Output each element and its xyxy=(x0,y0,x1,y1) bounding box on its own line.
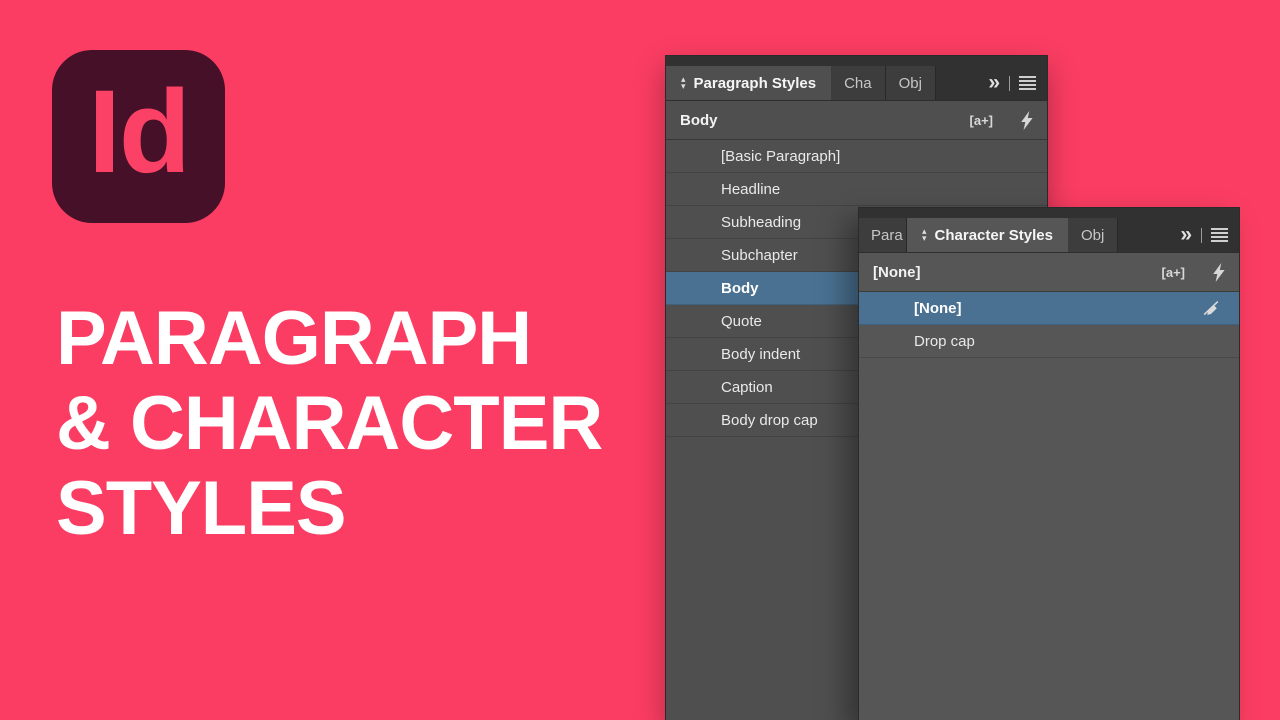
style-row-label: [None] xyxy=(914,299,962,317)
tab-character-styles-label: Character Styles xyxy=(934,226,1053,244)
collapse-down-arrow: ▾ xyxy=(681,81,686,91)
indesign-logo: Id xyxy=(52,50,225,223)
quick-apply-lightning-icon[interactable] xyxy=(1212,262,1225,282)
character-style-row-selected[interactable]: [None] xyxy=(859,292,1239,325)
tab-paragraph-styles[interactable]: ▴ ▾ Paragraph Styles xyxy=(666,66,832,100)
thumbnail-canvas: Id PARAGRAPH & CHARACTER STYLES ▴ ▾ Para… xyxy=(0,0,1280,720)
style-row-label: Subheading xyxy=(721,213,802,231)
paragraph-panel-strip-icons: » xyxy=(988,66,1047,100)
tab-character-styles[interactable]: ▴ ▾ Character Styles xyxy=(907,218,1068,252)
page-title: PARAGRAPH & CHARACTER STYLES xyxy=(56,296,603,551)
tab-object-styles-truncated[interactable]: Obj xyxy=(1067,218,1119,252)
paragraph-style-row[interactable]: [Basic Paragraph] xyxy=(666,140,1047,173)
collapse-panel-group-icon[interactable]: » xyxy=(1180,223,1192,247)
character-style-row[interactable]: Drop cap xyxy=(859,325,1239,358)
style-override-icon[interactable]: [a+] xyxy=(970,113,993,128)
style-row-label: Body drop cap xyxy=(721,411,818,429)
character-styles-panel: Para ▴ ▾ Character Styles Obj » [None] [… xyxy=(858,207,1240,720)
tab-character-styles-truncated[interactable]: Cha xyxy=(831,66,886,100)
style-row-label: Drop cap xyxy=(914,332,975,350)
collapse-panel-group-icon[interactable]: » xyxy=(988,71,1000,95)
no-edit-pen-icon xyxy=(1201,298,1221,318)
tabstrip-divider xyxy=(1009,75,1010,91)
indesign-logo-text: Id xyxy=(88,65,191,198)
style-row-label: Body indent xyxy=(721,345,801,363)
panel-menu-icon[interactable] xyxy=(1019,76,1036,90)
tabstrip-divider xyxy=(1201,227,1202,243)
style-row-label: Subchapter xyxy=(721,246,798,264)
collapse-down-arrow: ▾ xyxy=(922,233,927,243)
title-line-2: & CHARACTER xyxy=(56,381,603,466)
style-row-label: Headline xyxy=(721,180,781,198)
title-line-1: PARAGRAPH xyxy=(56,296,532,381)
paragraph-panel-tabstrip: ▴ ▾ Paragraph Styles Cha Obj » xyxy=(666,56,1047,101)
applied-character-style-field[interactable]: [None] [a+] xyxy=(859,253,1239,292)
paragraph-style-row[interactable]: Headline xyxy=(666,173,1047,206)
title-line-3: STYLES xyxy=(56,466,347,551)
panel-collapse-icon[interactable]: ▴ ▾ xyxy=(922,227,927,243)
applied-paragraph-style-value: Body xyxy=(680,111,718,129)
tab-paragraph-styles-truncated[interactable]: Para xyxy=(859,218,907,252)
tab-paragraph-styles-label: Paragraph Styles xyxy=(693,74,817,92)
character-panel-tabstrip: Para ▴ ▾ Character Styles Obj » xyxy=(859,208,1239,253)
style-row-label: Body xyxy=(721,279,759,297)
character-style-list: [None] Drop cap xyxy=(859,292,1239,358)
panel-collapse-icon[interactable]: ▴ ▾ xyxy=(681,75,686,91)
tab-object-styles-truncated[interactable]: Obj xyxy=(885,66,936,100)
style-row-label: Caption xyxy=(721,378,773,396)
style-row-label: Quote xyxy=(721,312,762,330)
style-override-icon[interactable]: [a+] xyxy=(1162,265,1185,280)
quick-apply-lightning-icon[interactable] xyxy=(1020,110,1033,130)
character-panel-strip-icons: » xyxy=(1180,218,1239,252)
applied-character-style-value: [None] xyxy=(873,263,921,281)
panel-menu-icon[interactable] xyxy=(1211,228,1228,242)
style-row-label: [Basic Paragraph] xyxy=(721,147,841,165)
applied-paragraph-style-field[interactable]: Body [a+] xyxy=(666,101,1047,140)
